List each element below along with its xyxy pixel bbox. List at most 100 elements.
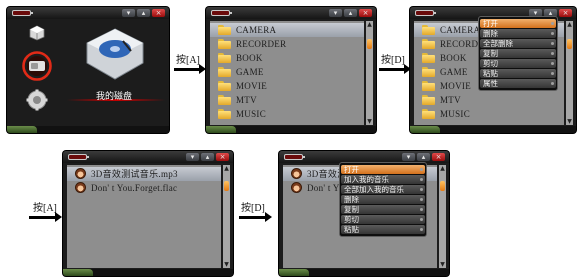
menu-item-add-all-to-my-music[interactable]: 全部加入我的音乐 — [341, 185, 425, 194]
scroll-up-icon[interactable]: ▲ — [439, 165, 446, 172]
close-button[interactable]: × — [432, 153, 445, 161]
battery-icon — [415, 10, 436, 16]
arrow-right-icon — [174, 64, 206, 74]
menu-item-copy[interactable]: 复制 — [480, 49, 556, 58]
list-item[interactable]: 3D音效测试音乐.mp3 — [67, 167, 221, 181]
menu-item-properties[interactable]: 属性 — [480, 79, 556, 88]
scrollbar[interactable]: ▲ ▼ — [223, 165, 230, 268]
folder-name: MUSIC — [440, 109, 471, 119]
folder-name: CAMERA — [236, 25, 277, 35]
maximize-button[interactable]: ▴ — [201, 153, 214, 161]
list-item[interactable]: CAMERA — [210, 23, 364, 37]
scroll-up-icon[interactable]: ▲ — [366, 21, 373, 28]
battery-icon — [211, 10, 232, 16]
menu-item-cut[interactable]: 剪切 — [480, 59, 556, 68]
screen-folder-menu: ▾ ▴ × CAMERA RECORDER BOOK GAME MOVIE MT… — [410, 7, 576, 133]
context-menu: 打开 删除 全部删除 复制 剪切 粘贴 属性 — [478, 16, 558, 91]
folder-icon — [218, 81, 231, 91]
my-disk-icon[interactable] — [85, 27, 145, 85]
scroll-up-icon[interactable]: ▲ — [566, 21, 573, 28]
gear-icon[interactable] — [26, 89, 48, 111]
menu-item-delete-all[interactable]: 全部删除 — [480, 39, 556, 48]
folder-icon — [218, 95, 231, 105]
music-file-icon — [291, 182, 302, 193]
screen-main-menu: ▾ ▴ × 我的磁盘 — [7, 7, 169, 133]
folder-name: BOOK — [236, 53, 263, 63]
folder-name: MTV — [440, 95, 461, 105]
folder-name: CAMERA — [440, 25, 481, 35]
folder-name: MUSIC — [236, 109, 267, 119]
maximize-button[interactable]: ▴ — [417, 153, 430, 161]
folder-icon — [218, 25, 231, 35]
scroll-thumb[interactable] — [224, 181, 229, 191]
maximize-button[interactable]: ▴ — [137, 9, 150, 17]
minimize-button[interactable]: ▾ — [329, 9, 342, 17]
list-item[interactable]: Don' t You.Forget.flac — [67, 181, 221, 195]
menu-item-cut[interactable]: 剪切 — [341, 215, 425, 224]
scrollbar[interactable]: ▲ ▼ — [439, 165, 446, 268]
list-item[interactable]: GAME — [210, 65, 364, 79]
list-item[interactable]: MUSIC — [414, 107, 564, 121]
menu-item-copy[interactable]: 复制 — [341, 205, 425, 214]
screen-file-list: ▾ ▴ × 3D音效测试音乐.mp3 Don' t You.Forget.fla… — [63, 151, 233, 276]
menu-item-delete[interactable]: 删除 — [341, 195, 425, 204]
status-bar — [410, 126, 576, 133]
status-bar — [279, 269, 449, 276]
file-list: 3D音效测试音乐.mp3 Don' t You.Forget.flac — [67, 165, 221, 268]
hard-disk-icon[interactable] — [22, 51, 52, 81]
folder-icon — [422, 67, 435, 77]
status-bar — [206, 126, 376, 133]
menu-item-paste[interactable]: 粘贴 — [341, 225, 425, 234]
close-button[interactable]: × — [216, 153, 229, 161]
menu-item-paste[interactable]: 粘贴 — [480, 69, 556, 78]
folder-icon — [422, 95, 435, 105]
battery-icon — [12, 10, 33, 16]
folder-icon — [218, 109, 231, 119]
file-name: 3D音效测试音乐.mp3 — [91, 169, 178, 179]
scroll-down-icon[interactable]: ▼ — [439, 261, 446, 268]
my-disk-label: 我的磁盘 — [96, 92, 133, 102]
minimize-button[interactable]: ▾ — [186, 153, 199, 161]
cube-icon[interactable] — [29, 25, 45, 41]
close-button[interactable]: × — [359, 9, 372, 17]
arrow-right-icon — [239, 212, 272, 222]
menu-item-delete[interactable]: 删除 — [480, 29, 556, 38]
list-item[interactable]: MOVIE — [210, 79, 364, 93]
minimize-button[interactable]: ▾ — [122, 9, 135, 17]
folder-icon — [422, 25, 435, 35]
scroll-thumb[interactable] — [440, 181, 445, 191]
screen-folder-list: ▾ ▴ × CAMERA RECORDER BOOK GAME MOVIE MT… — [206, 7, 376, 133]
menu-item-open[interactable]: 打开 — [341, 165, 425, 174]
battery-icon — [284, 154, 305, 160]
scroll-thumb[interactable] — [367, 39, 372, 49]
title-bar: ▾ ▴ × — [206, 7, 376, 19]
maximize-button[interactable]: ▴ — [344, 9, 357, 17]
minimize-button[interactable]: ▾ — [402, 153, 415, 161]
scroll-up-icon[interactable]: ▲ — [223, 165, 230, 172]
scrollbar[interactable]: ▲ ▼ — [366, 21, 373, 125]
scroll-down-icon[interactable]: ▼ — [223, 261, 230, 268]
folder-icon — [218, 67, 231, 77]
list-item[interactable]: MTV — [210, 93, 364, 107]
folder-name: BOOK — [440, 53, 467, 63]
list-item[interactable]: RECORDER — [210, 37, 364, 51]
list-item[interactable]: BOOK — [210, 51, 364, 65]
arrow-right-icon — [29, 212, 62, 222]
list-item[interactable]: MTV — [414, 93, 564, 107]
scroll-down-icon[interactable]: ▼ — [366, 118, 373, 125]
menu-item-open[interactable]: 打开 — [480, 19, 556, 28]
close-button[interactable]: × — [559, 9, 572, 17]
close-button[interactable]: × — [152, 9, 165, 17]
status-bar — [63, 269, 233, 276]
folder-name: GAME — [236, 67, 264, 77]
scroll-down-icon[interactable]: ▼ — [566, 118, 573, 125]
file-name: Don' t You.Forget.flac — [91, 183, 178, 193]
status-bar — [7, 126, 169, 133]
menu-item-add-to-my-music[interactable]: 加入我的音乐 — [341, 175, 425, 184]
music-file-icon — [75, 182, 86, 193]
list-item[interactable]: MUSIC — [210, 107, 364, 121]
scroll-thumb[interactable] — [567, 39, 572, 49]
scrollbar[interactable]: ▲ ▼ — [566, 21, 573, 125]
music-file-icon — [75, 168, 86, 179]
folder-icon — [422, 53, 435, 63]
